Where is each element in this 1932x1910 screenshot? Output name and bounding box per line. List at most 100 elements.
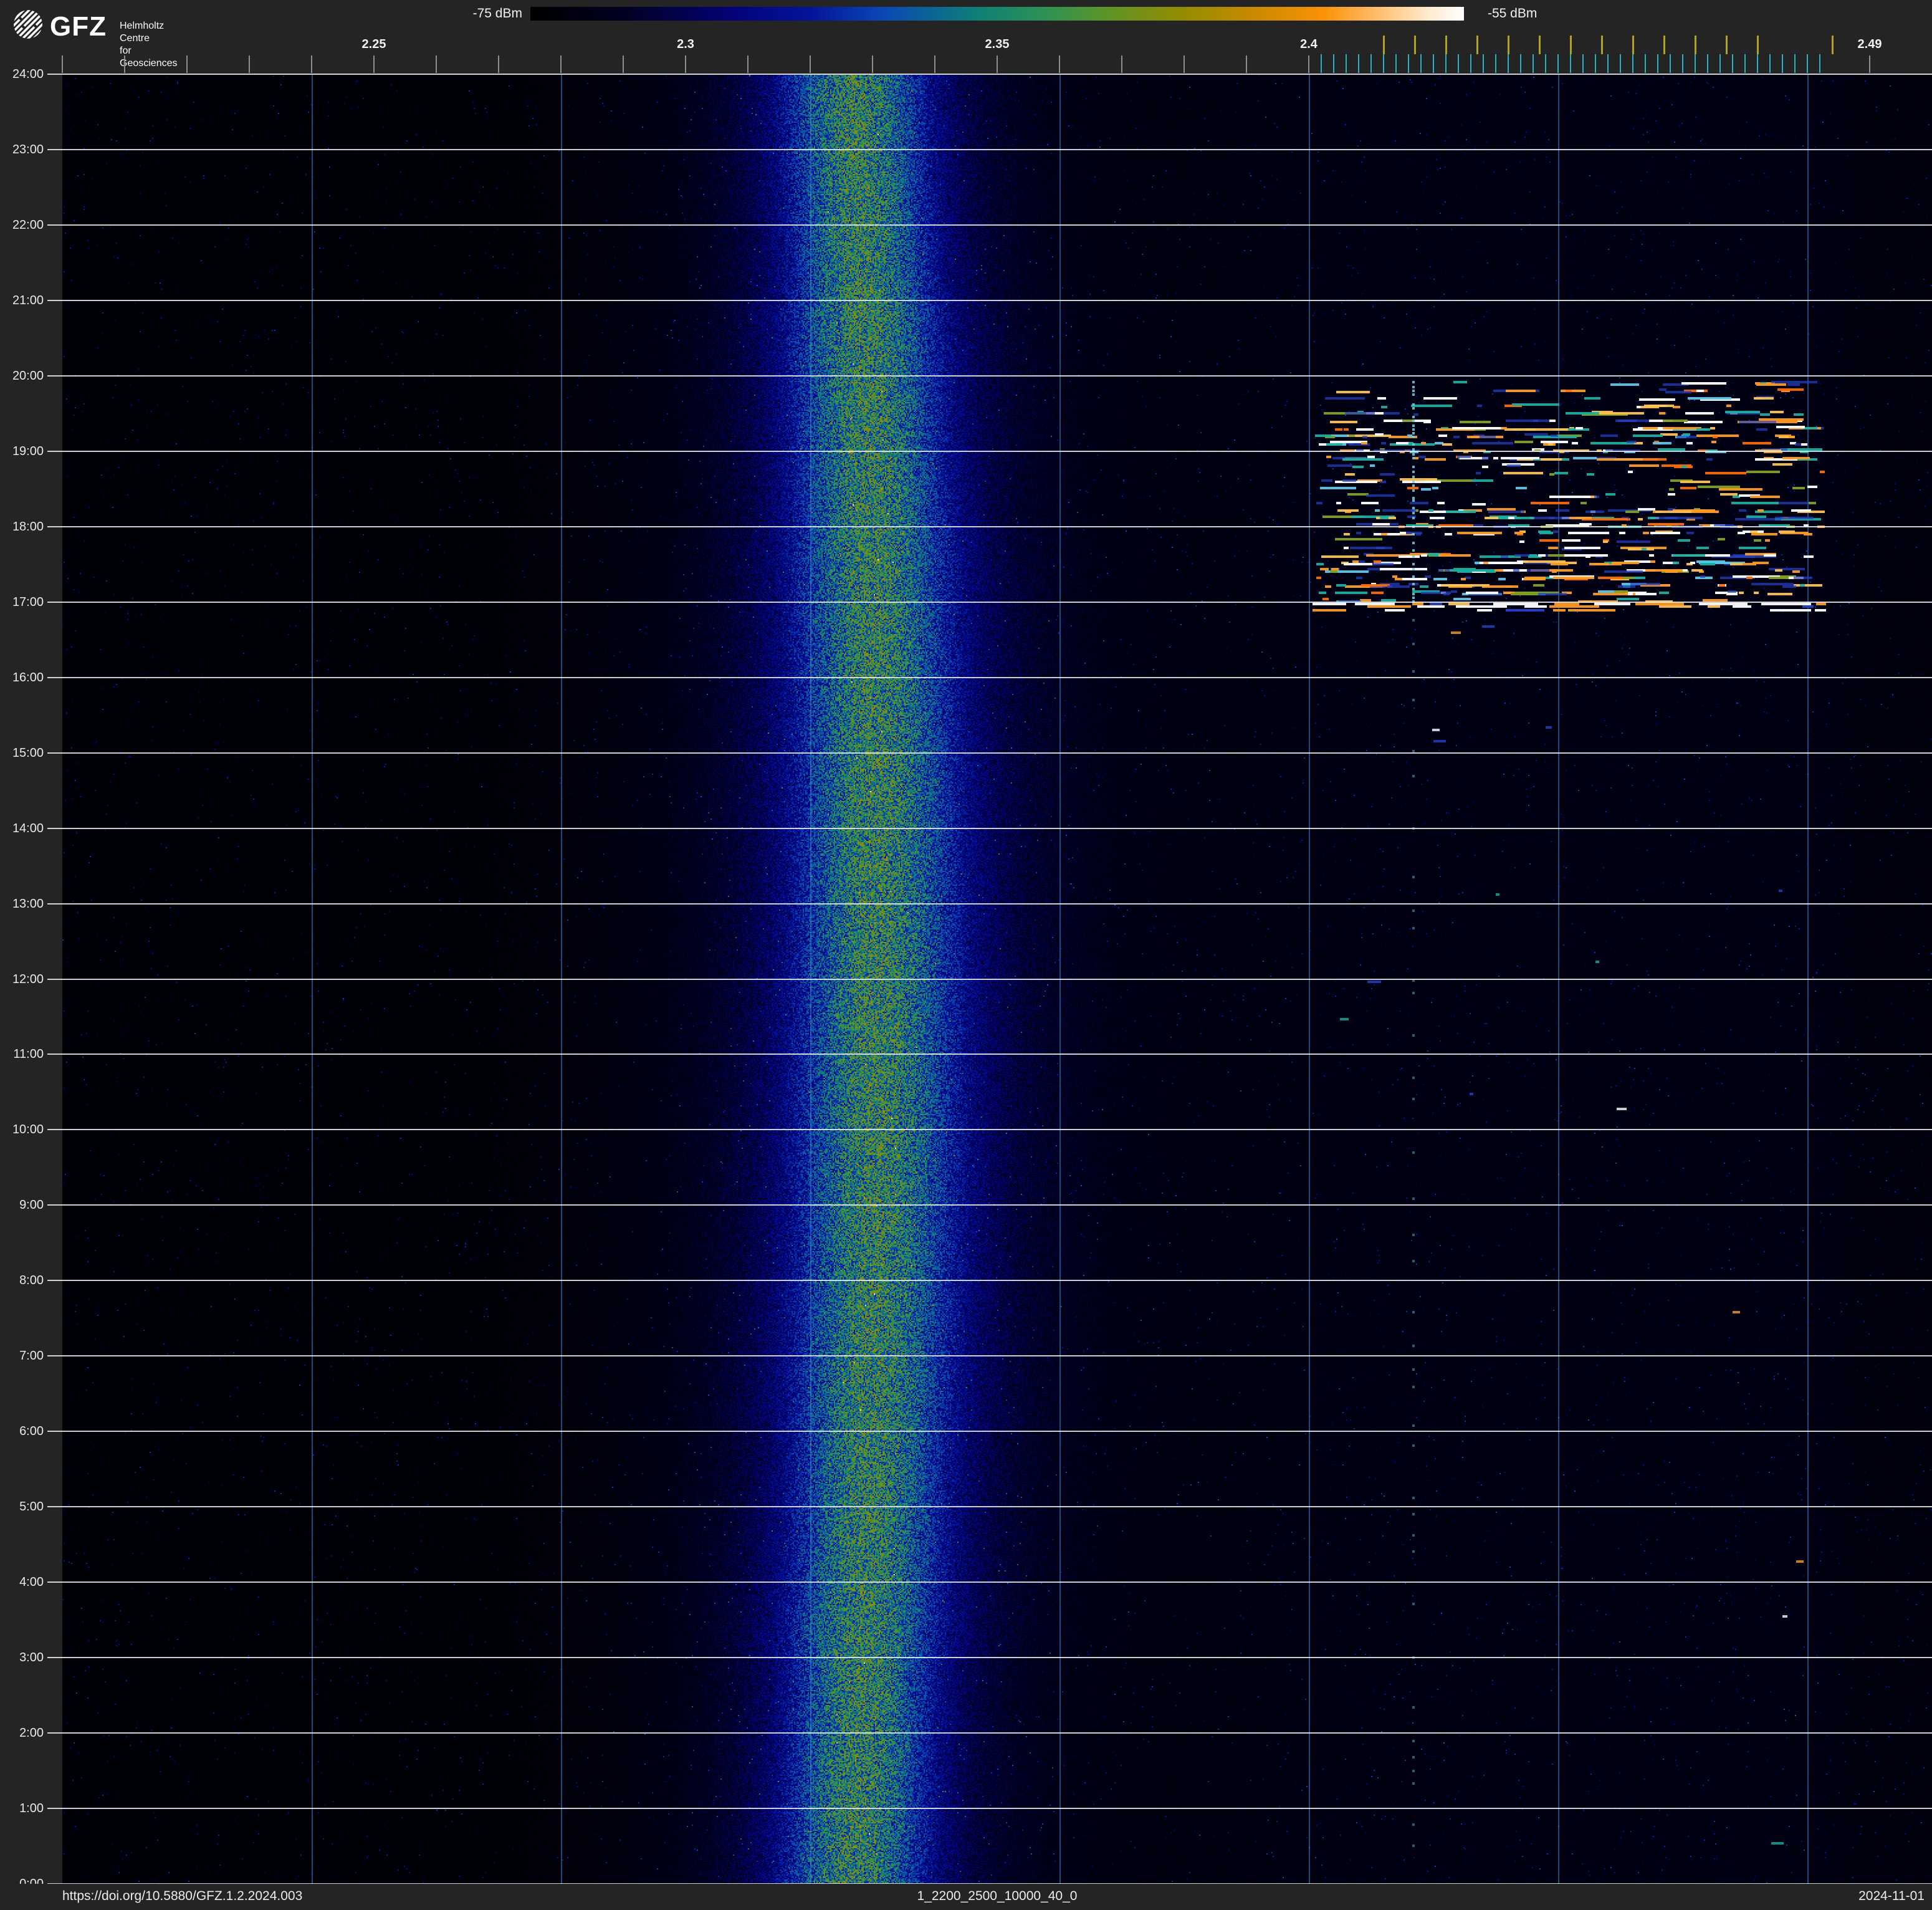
time-label: 14:00 bbox=[12, 821, 44, 835]
hour-gridline bbox=[47, 676, 1932, 678]
bluetooth-channel-tick bbox=[1607, 54, 1609, 73]
freq-tick-label: 2.49 bbox=[1857, 37, 1882, 51]
hour-gridline bbox=[47, 1280, 1932, 1282]
time-label: 13:00 bbox=[12, 896, 44, 911]
freq-tick-minor bbox=[1059, 55, 1060, 73]
time-label: 1:00 bbox=[19, 1802, 44, 1816]
hour-gridline bbox=[47, 299, 1932, 301]
wifi-channel-tick bbox=[1508, 36, 1509, 54]
bluetooth-channel-tick bbox=[1695, 54, 1696, 73]
hour-gridline bbox=[47, 752, 1932, 754]
time-label: 10:00 bbox=[12, 1123, 44, 1137]
bluetooth-channel-tick bbox=[1620, 54, 1621, 73]
bluetooth-channel-tick bbox=[1533, 54, 1534, 73]
bluetooth-channel-tick bbox=[1520, 54, 1521, 73]
time-label: 11:00 bbox=[13, 1047, 44, 1062]
freq-tick-minor bbox=[249, 55, 250, 73]
wifi-channel-tick bbox=[1570, 36, 1572, 54]
hour-gridline bbox=[47, 525, 1932, 527]
time-label: 9:00 bbox=[19, 1198, 44, 1212]
bluetooth-channel-tick bbox=[1321, 54, 1322, 73]
freq-tick-minor bbox=[1121, 55, 1122, 73]
time-label: 20:00 bbox=[12, 368, 44, 383]
time-label: 12:00 bbox=[12, 972, 44, 986]
bluetooth-channel-tick bbox=[1707, 54, 1708, 73]
time-label: 3:00 bbox=[19, 1651, 44, 1665]
freq-tick-label: 2.4 bbox=[1300, 37, 1317, 51]
time-label: 5:00 bbox=[19, 1500, 44, 1514]
hour-gridline bbox=[47, 74, 1932, 75]
bluetooth-channel-tick bbox=[1495, 54, 1496, 73]
wifi-channel-tick bbox=[1663, 36, 1665, 54]
bluetooth-channel-tick bbox=[1508, 54, 1509, 73]
wifi-channel-tick bbox=[1695, 36, 1696, 54]
time-label: 17:00 bbox=[12, 595, 44, 609]
bluetooth-channel-tick bbox=[1346, 54, 1347, 73]
freq-tick-minor bbox=[1308, 55, 1309, 73]
hour-gridline bbox=[47, 1355, 1932, 1357]
wifi-channel-tick bbox=[1601, 36, 1603, 54]
wifi-channel-tick bbox=[1632, 36, 1634, 54]
bluetooth-channel-tick bbox=[1358, 54, 1359, 73]
freq-tick-minor bbox=[810, 55, 811, 73]
time-label: 18:00 bbox=[12, 519, 44, 534]
bluetooth-channel-tick bbox=[1657, 54, 1658, 73]
freq-tick-minor bbox=[872, 55, 873, 73]
bluetooth-channel-tick bbox=[1719, 54, 1721, 73]
bluetooth-channel-tick bbox=[1682, 54, 1683, 73]
time-label: 16:00 bbox=[12, 670, 44, 684]
wifi-channel-tick bbox=[1445, 36, 1447, 54]
hour-gridline bbox=[47, 450, 1932, 452]
time-label: 8:00 bbox=[19, 1274, 44, 1288]
date-text: 2024-11-01 bbox=[1858, 1889, 1925, 1903]
bluetooth-channel-tick bbox=[1670, 54, 1671, 73]
bluetooth-channel-tick bbox=[1595, 54, 1596, 73]
freq-tick-minor bbox=[436, 55, 437, 73]
bluetooth-channel-tick bbox=[1395, 54, 1397, 73]
freq-tick-minor bbox=[498, 55, 499, 73]
wifi-channel-tick bbox=[1539, 36, 1541, 54]
bluetooth-channel-tick bbox=[1570, 54, 1571, 73]
bluetooth-channel-tick bbox=[1545, 54, 1546, 73]
time-label: 15:00 bbox=[12, 746, 44, 760]
freq-tick-minor bbox=[1184, 55, 1185, 73]
freq-tick-minor bbox=[186, 55, 188, 73]
freq-tick-minor bbox=[124, 55, 125, 73]
time-label: 23:00 bbox=[12, 142, 44, 156]
freq-tick-minor bbox=[373, 55, 375, 73]
hour-gridline bbox=[47, 1657, 1932, 1659]
bluetooth-channel-tick bbox=[1445, 54, 1447, 73]
bluetooth-channel-tick bbox=[1370, 54, 1372, 73]
bluetooth-channel-tick bbox=[1582, 54, 1584, 73]
bluetooth-channel-tick bbox=[1383, 54, 1384, 73]
hour-gridline bbox=[47, 1129, 1932, 1131]
hour-gridline bbox=[47, 903, 1932, 905]
time-label: 2:00 bbox=[19, 1726, 44, 1740]
bluetooth-channel-tick bbox=[1433, 54, 1434, 73]
freq-tick-minor bbox=[934, 55, 935, 73]
bluetooth-channel-tick bbox=[1732, 54, 1733, 73]
hour-gridline bbox=[47, 1053, 1932, 1055]
hour-gridline bbox=[47, 1431, 1932, 1432]
freq-tick-minor bbox=[623, 55, 624, 73]
freq-tick-label: 2.3 bbox=[677, 37, 694, 51]
bluetooth-channel-tick bbox=[1769, 54, 1771, 73]
freq-tick-minor bbox=[1869, 55, 1870, 73]
hour-gridline bbox=[47, 375, 1932, 377]
footer: https://doi.org/10.5880/GFZ.1.2.2024.003… bbox=[0, 1884, 1932, 1910]
frequency-axis: 2.25 2.3 2.35 2.4 2.49 bbox=[0, 0, 1932, 74]
dataset-id-text: 1_2200_2500_10000_40_0 bbox=[917, 1889, 1078, 1903]
bluetooth-channel-tick bbox=[1757, 54, 1758, 73]
freq-tick-minor bbox=[62, 55, 63, 73]
hour-gridline bbox=[47, 224, 1932, 226]
bluetooth-channel-tick bbox=[1794, 54, 1796, 73]
bluetooth-channel-tick bbox=[1819, 54, 1820, 73]
bluetooth-channel-tick bbox=[1632, 54, 1633, 73]
hour-gridline bbox=[47, 1506, 1932, 1508]
freq-tick-label: 2.35 bbox=[985, 37, 1010, 51]
bluetooth-channel-tick bbox=[1470, 54, 1471, 73]
freq-tick-minor bbox=[560, 55, 562, 73]
time-label: 21:00 bbox=[12, 293, 44, 307]
hour-gridline bbox=[47, 1808, 1932, 1810]
bluetooth-channel-tick bbox=[1420, 54, 1422, 73]
